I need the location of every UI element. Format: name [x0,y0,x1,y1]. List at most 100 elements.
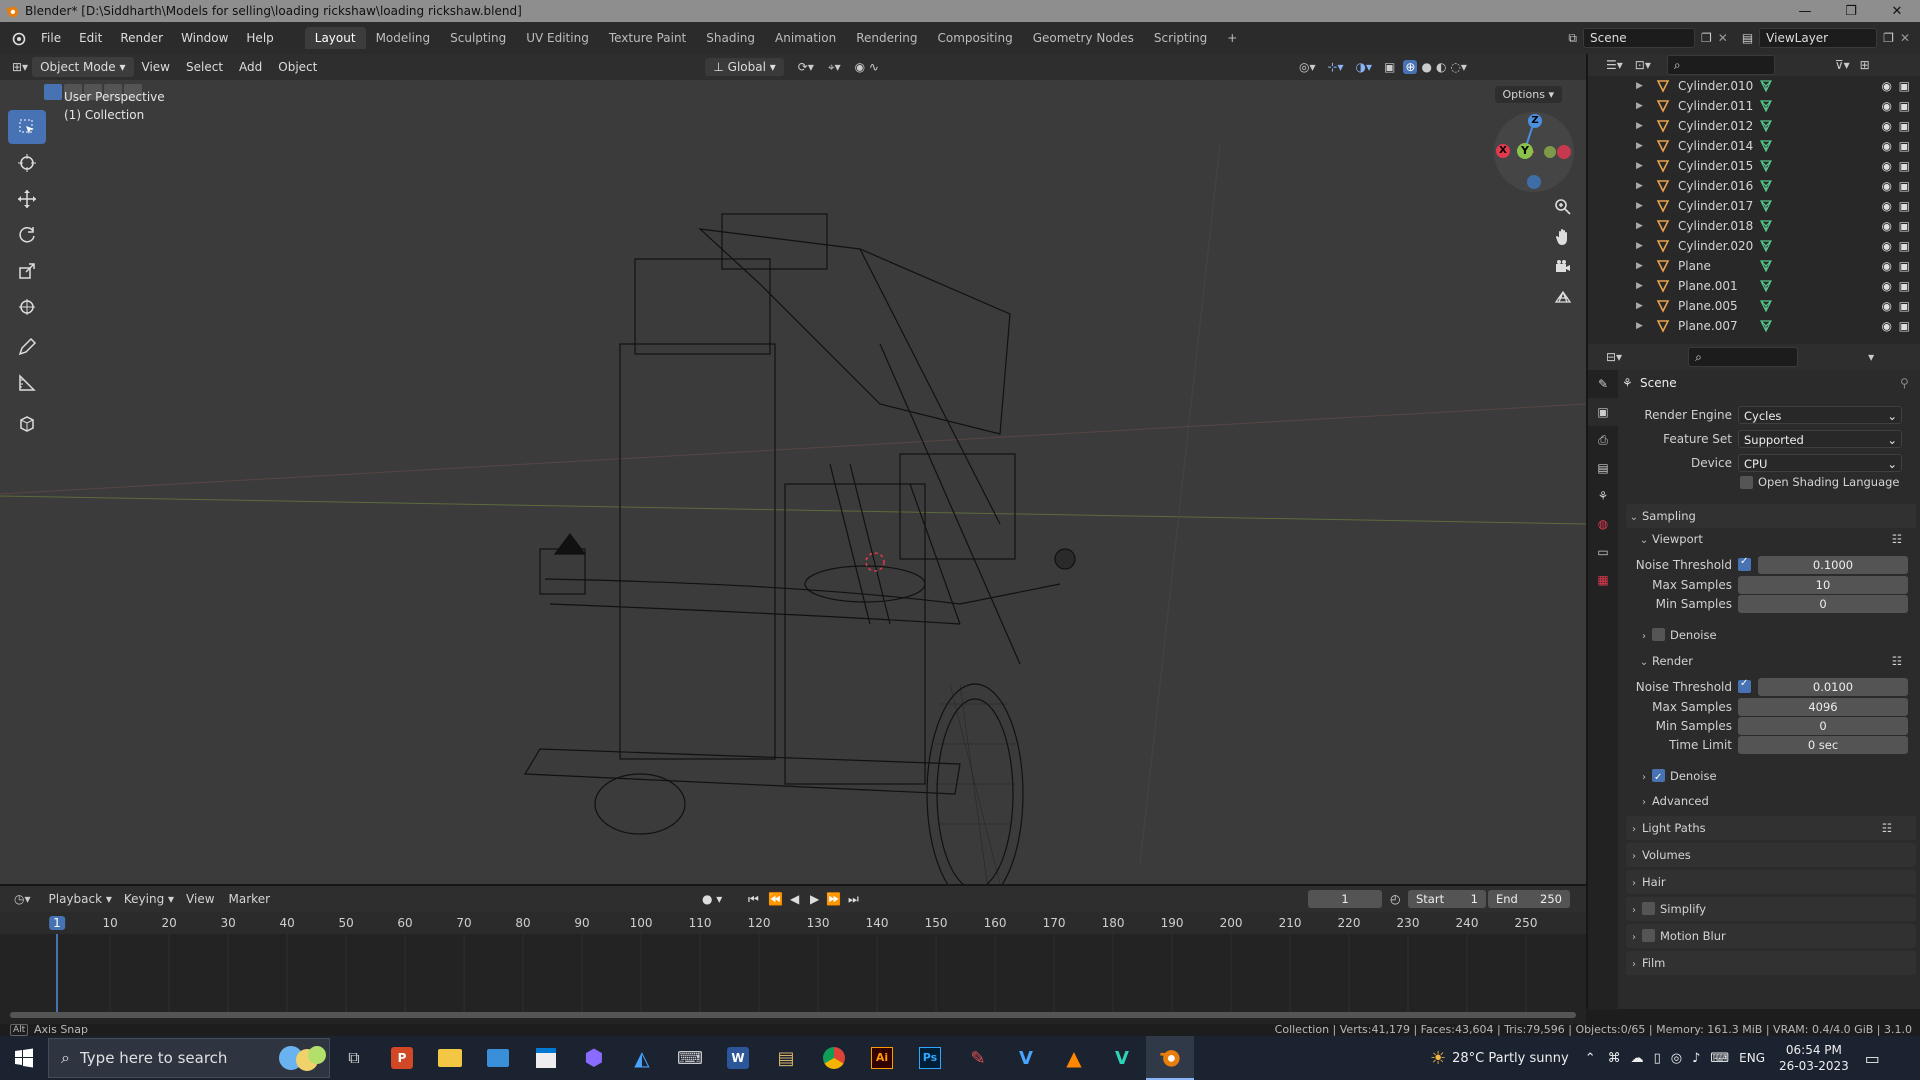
play-icon[interactable]: ▶ [810,892,819,906]
expand-arrow-icon[interactable]: ▶ [1636,301,1646,311]
start-frame-field[interactable]: Start 1 [1408,890,1486,908]
timeline-scrollbar[interactable] [10,1012,1576,1018]
eye-visibility-icon[interactable]: ◉ [1882,99,1892,113]
menu-edit[interactable]: Edit [70,31,111,45]
render-visibility-icon[interactable]: ▣ [1899,79,1910,93]
3d-viewport[interactable]: ⊞▾ Object Mode ▾ View Select Add Object … [0,54,1586,884]
delete-view-layer-icon[interactable]: ✕ [1900,31,1910,45]
eye-visibility-icon[interactable]: ◉ [1882,159,1892,173]
texture-tab[interactable]: ▦ [1588,566,1618,594]
keyboard-icon[interactable]: ⌨ [1710,1051,1729,1066]
mesh-data-icon[interactable] [1758,238,1774,254]
network-icon[interactable]: ◎ [1671,1051,1682,1066]
powerpoint-app[interactable]: P [378,1036,426,1080]
jump-start-icon[interactable]: ⏮ [748,892,759,907]
restore-button[interactable]: ❐ [1828,4,1874,19]
mesh-data-icon[interactable] [1758,278,1774,294]
time-limit-field[interactable]: 0 sec [1738,736,1908,754]
eye-visibility-icon[interactable]: ◉ [1882,319,1892,333]
new-view-layer-icon[interactable]: ❐ [1883,31,1894,45]
render-visibility-icon[interactable]: ▣ [1899,259,1910,273]
vp-noise-threshold-checkbox[interactable] [1738,556,1751,571]
vp-min-samples-field[interactable]: 0 [1738,595,1908,613]
render-tab[interactable]: ▣ [1588,398,1618,426]
task-view-button[interactable]: ⧉ [330,1036,378,1080]
transform-tool[interactable] [8,290,46,324]
menu-help[interactable]: Help [237,31,282,45]
motion-blur-section[interactable]: › Motion Blur [1626,924,1916,948]
pin-icon[interactable]: ⚲ [1900,376,1909,390]
minimize-button[interactable]: — [1782,4,1828,19]
eye-visibility-icon[interactable]: ◉ [1882,239,1892,253]
render-visibility-icon[interactable]: ▣ [1899,239,1910,253]
viewport-subsection[interactable]: ⌄ Viewport ☷ [1636,528,1912,550]
tab-texture-paint[interactable]: Texture Paint [599,27,696,49]
snap-icon[interactable]: ⌖▾ [828,60,841,75]
render-visibility-icon[interactable]: ▣ [1899,99,1910,113]
object-mode-dropdown[interactable]: Object Mode ▾ [32,57,134,77]
eye-visibility-icon[interactable]: ◉ [1882,139,1892,153]
jump-end-icon[interactable]: ⏭ [848,892,859,907]
delete-scene-icon[interactable]: ✕ [1718,31,1728,45]
tab-rendering[interactable]: Rendering [846,27,927,49]
tab-modeling[interactable]: Modeling [366,27,441,49]
outliner-item[interactable]: ▶ Cylinder.017 ◉ ▣ [1588,196,1920,216]
outliner-item[interactable]: ▶ Cylinder.016 ◉ ▣ [1588,176,1920,196]
weather-sun-icon[interactable]: ☀ [1430,1048,1446,1069]
measure-tool[interactable] [8,366,46,400]
battery-icon[interactable]: ▯ [1654,1051,1661,1066]
light-paths-section[interactable]: › Light Paths ☷ [1626,816,1916,840]
record-button[interactable]: ● ▾ [702,892,722,906]
tab-shading[interactable]: Shading [696,27,765,49]
volume-icon[interactable]: ♪ [1692,1051,1700,1066]
outliner-item[interactable]: ▶ Plane.005 ◉ ▣ [1588,296,1920,316]
transform-orientation-dropdown[interactable]: ⊥ Global ▾ [705,58,784,76]
render-engine-dropdown[interactable]: Cycles ⌄ [1738,406,1902,424]
render-visibility-icon[interactable]: ▣ [1899,119,1910,133]
world-tab[interactable]: ◍ [1588,510,1618,538]
options-dropdown[interactable]: Options ▾ [1494,86,1562,103]
mesh-data-icon[interactable] [1758,298,1774,314]
archive-app[interactable]: ▤ [762,1036,810,1080]
device-dropdown[interactable]: CPU ⌄ [1738,454,1902,472]
view-layer-icon[interactable]: ▤ [1742,31,1753,45]
shading-rendered-icon[interactable]: ◌▾ [1450,60,1467,74]
outliner-item[interactable]: ▶ Cylinder.014 ◉ ▣ [1588,136,1920,156]
expand-arrow-icon[interactable]: ▶ [1636,201,1646,211]
outliner-item[interactable]: ▶ Cylinder.011 ◉ ▣ [1588,96,1920,116]
xray-icon[interactable]: ▣ [1384,60,1395,74]
store-app[interactable] [522,1036,570,1080]
view-layer-tab[interactable]: ▤ [1588,454,1618,482]
illustrator-app[interactable]: Ai [858,1036,906,1080]
shading-material-icon[interactable]: ◐ [1436,60,1446,74]
view-layer-selector[interactable]: ViewLayer [1759,28,1878,48]
mesh-data-icon[interactable] [1758,318,1774,334]
visibility-icon[interactable]: ◎▾ [1299,60,1316,74]
pivot-icon[interactable]: ⟳▾ [798,60,814,74]
render-subsection[interactable]: ⌄ Render ☷ [1636,650,1912,672]
list-icon[interactable]: ☷ [1892,528,1902,550]
weather-text[interactable]: 28°C Partly sunny [1452,1051,1569,1066]
eye-visibility-icon[interactable]: ◉ [1882,219,1892,233]
ortho-toggle-button[interactable] [1550,284,1576,310]
menu-file[interactable]: File [32,31,70,45]
scene-selector[interactable]: Scene [1583,28,1695,48]
expand-arrow-icon[interactable]: ▶ [1636,141,1646,151]
scale-tool[interactable] [8,254,46,288]
mesh-data-icon[interactable] [1758,98,1774,114]
pan-button[interactable] [1550,224,1576,250]
scene-tab[interactable]: ⚘ [1588,482,1618,510]
jump-keyframe-back-icon[interactable]: ⏪ [768,892,783,906]
sampling-section[interactable]: ⌄ Sampling [1626,504,1916,528]
vp-denoise-checkbox[interactable] [1652,628,1665,641]
start-button[interactable] [14,1048,34,1068]
play-reverse-icon[interactable]: ◀ [790,892,799,906]
notifications-icon[interactable]: ▭ [1865,1049,1880,1068]
tab-animation[interactable]: Animation [765,27,846,49]
shading-wireframe-icon[interactable]: ⊕ [1403,60,1418,74]
film-section[interactable]: › Film [1626,951,1916,975]
r-denoise-subsection[interactable]: › Denoise [1636,765,1912,789]
expand-arrow-icon[interactable]: ▶ [1636,261,1646,271]
render-visibility-icon[interactable]: ▣ [1899,319,1910,333]
outliner-search-input[interactable]: ⌕ [1666,55,1775,75]
